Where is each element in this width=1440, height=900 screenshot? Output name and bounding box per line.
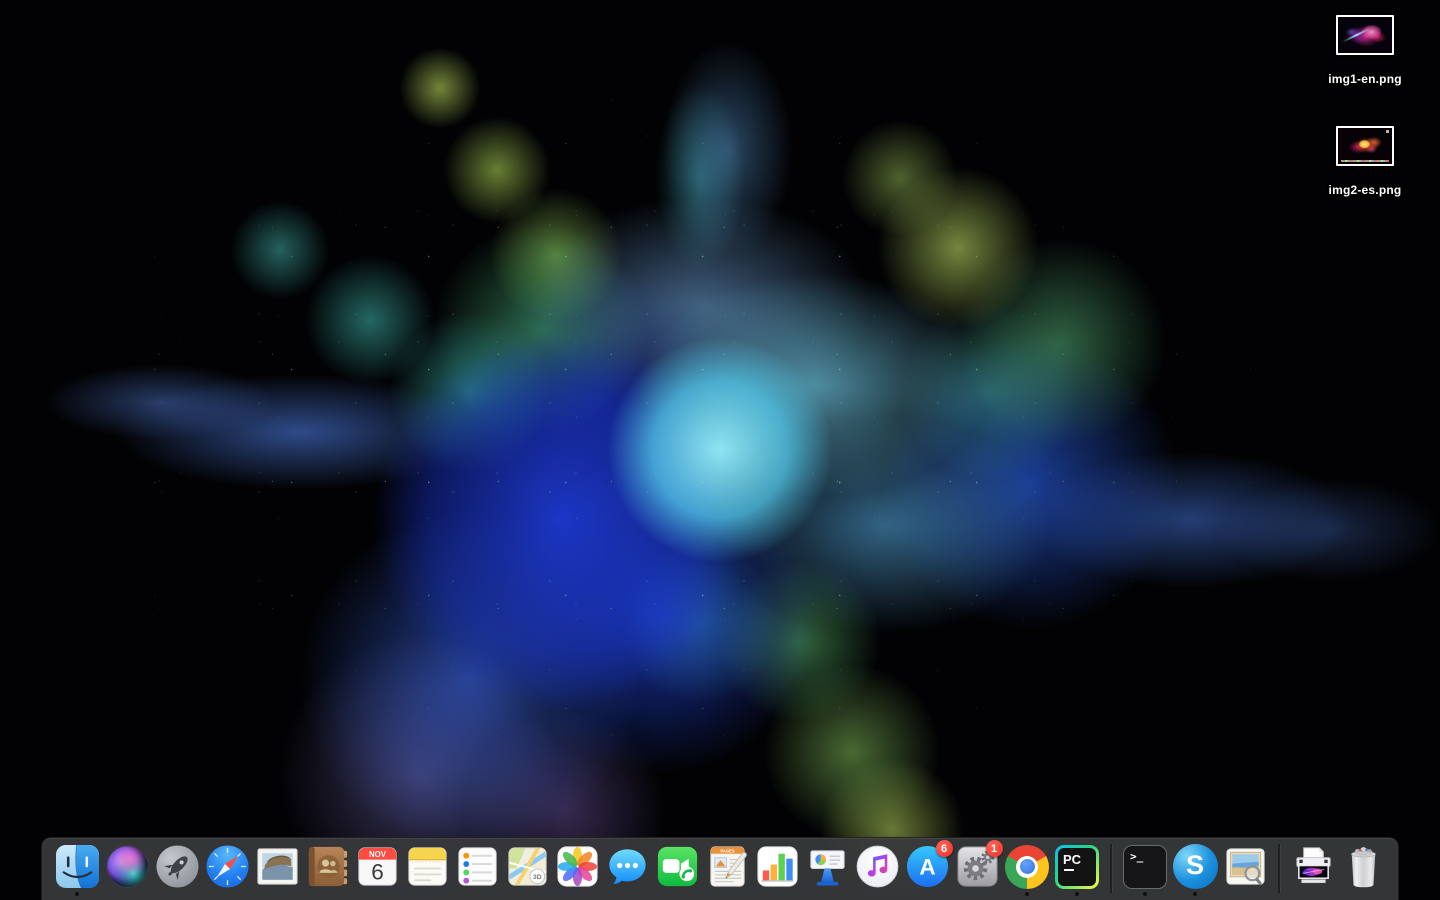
- dock-item-trash[interactable]: [1340, 843, 1387, 896]
- dock-item-mail[interactable]: [254, 843, 301, 896]
- dock-item-numbers[interactable]: [754, 843, 801, 896]
- dock-item-finder[interactable]: [54, 843, 101, 896]
- podium-icon: [804, 843, 851, 890]
- dock-item-keynote[interactable]: [804, 843, 851, 896]
- dock: NOV 6: [41, 837, 1399, 900]
- chrome-icon: [1004, 843, 1051, 890]
- dock-item-app-store[interactable]: 6 A: [904, 843, 951, 896]
- calendar-day: 6: [371, 860, 384, 885]
- file-label: img2-es.png: [1329, 183, 1402, 197]
- pages-banner: PAGES: [720, 848, 734, 853]
- dock-item-calendar[interactable]: NOV 6: [354, 843, 401, 896]
- terminal-icon: >_: [1122, 843, 1169, 890]
- dock-item-itunes[interactable]: [854, 843, 901, 896]
- app-store-letter: A: [919, 854, 935, 879]
- desktop-file-img2[interactable]: img2-es.png: [1310, 126, 1420, 197]
- printer-document-icon: [1290, 843, 1337, 890]
- calendar-month: NOV: [369, 850, 387, 859]
- dock-separator: [1278, 844, 1280, 893]
- image-thumbnail[interactable]: [1336, 126, 1394, 166]
- notification-badge: 1: [986, 840, 1003, 857]
- dock-item-pages[interactable]: PAGES: [704, 843, 751, 896]
- notification-badge: 6: [936, 840, 953, 857]
- bar-chart-icon: [754, 843, 801, 890]
- desktop: img1-en.png img2-es.png: [0, 0, 1440, 900]
- dock-item-maps[interactable]: 3D: [504, 843, 551, 896]
- finder-icon: [54, 843, 101, 890]
- address-book-icon: [304, 843, 351, 890]
- flower-icon: [554, 843, 601, 890]
- maps-3d-button: 3D: [533, 874, 542, 881]
- terminal-prompt: >_: [1130, 850, 1143, 863]
- rocket-icon: [154, 843, 201, 890]
- speech-bubble-icon: [604, 843, 651, 890]
- notepad-icon: [404, 843, 451, 890]
- dock-item-pycharm[interactable]: PC: [1054, 843, 1101, 896]
- compass-icon: [204, 843, 251, 890]
- running-indicator: [1075, 892, 1079, 896]
- music-note-icon: [854, 843, 901, 890]
- skype-letter: S: [1186, 852, 1204, 879]
- pycharm-underscore: [1064, 869, 1074, 872]
- dock-item-messages[interactable]: [604, 843, 651, 896]
- checklist-icon: [454, 843, 501, 890]
- dock-item-safari[interactable]: [204, 843, 251, 896]
- pycharm-icon: PC: [1054, 843, 1101, 890]
- dock-item-launchpad[interactable]: [154, 843, 201, 896]
- dock-separator: [1110, 844, 1112, 893]
- stamp-icon: [254, 843, 301, 890]
- video-camera-icon: [654, 843, 701, 890]
- dock-item-facetime[interactable]: [654, 843, 701, 896]
- image-thumbnail[interactable]: [1336, 15, 1394, 55]
- dock-item-preview[interactable]: [1222, 843, 1269, 896]
- skype-icon: S: [1172, 843, 1219, 890]
- desktop-icon-area: img1-en.png img2-es.png: [1310, 15, 1420, 197]
- calendar-icon: NOV 6: [354, 843, 401, 890]
- dock-item-chrome[interactable]: [1004, 843, 1051, 896]
- siri-icon: [104, 843, 151, 890]
- running-indicator: [75, 892, 79, 896]
- desktop-file-img1[interactable]: img1-en.png: [1310, 15, 1420, 86]
- wallpaper-powder-specks: [0, 0, 1440, 900]
- trash-full-icon: [1340, 843, 1387, 890]
- running-indicator: [1143, 892, 1147, 896]
- dock-item-skype[interactable]: S: [1172, 843, 1219, 896]
- dock-item-contacts[interactable]: [304, 843, 351, 896]
- document-pen-icon: PAGES: [704, 843, 751, 890]
- dock-item-reminders[interactable]: [454, 843, 501, 896]
- dock-item-siri[interactable]: [104, 843, 151, 896]
- photo-loupe-icon: [1222, 843, 1269, 890]
- map-icon: 3D: [504, 843, 551, 890]
- dock-item-terminal[interactable]: >_: [1122, 843, 1169, 896]
- dock-item-notes[interactable]: [404, 843, 451, 896]
- dock-item-photos[interactable]: [554, 843, 601, 896]
- running-indicator: [1025, 892, 1029, 896]
- dock-item-print-job[interactable]: [1290, 843, 1337, 896]
- dock-item-system-preferences[interactable]: 1: [954, 843, 1001, 896]
- pycharm-label: PC: [1063, 852, 1081, 867]
- file-label: img1-en.png: [1328, 72, 1402, 86]
- running-indicator: [1193, 892, 1197, 896]
